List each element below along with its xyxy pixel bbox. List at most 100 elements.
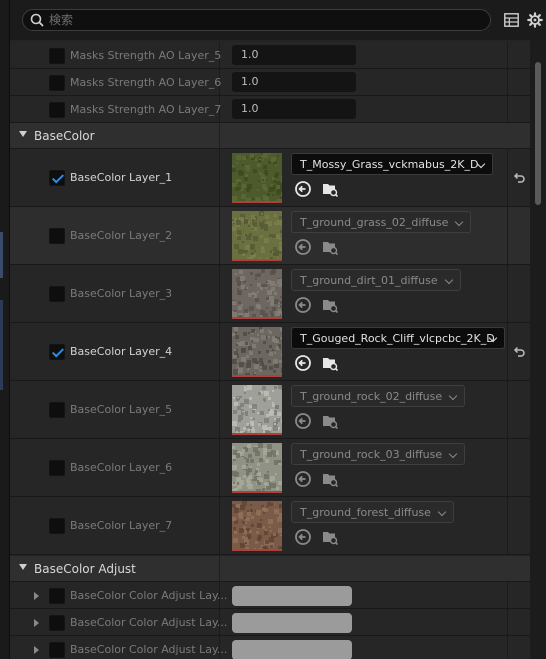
enable-checkbox[interactable] <box>49 344 65 360</box>
expand-arrow-icon[interactable] <box>34 646 39 654</box>
browse-asset-icon[interactable] <box>321 296 339 314</box>
scrollbar[interactable] <box>530 40 546 659</box>
enable-checkbox[interactable] <box>49 402 65 418</box>
property-row-ao-layer-6: Masks Strength AO Layer_6 1.0 <box>10 69 530 96</box>
search-icon <box>30 13 44 27</box>
property-label: BaseColor Layer_7 <box>70 519 173 532</box>
property-label: BaseColor Layer_4 <box>70 345 173 358</box>
property-label: BaseColor Layer_2 <box>70 229 173 242</box>
property-row-basecolor-layer-2: BaseColor Layer_2 T_ground_grass_02_diffu… <box>10 207 530 265</box>
texture-asset-name: T_Gouged_Rock_Cliff_vlcpcbc_2K_D <box>300 332 495 345</box>
color-swatch[interactable] <box>232 613 352 633</box>
expand-arrow-icon[interactable] <box>34 592 39 600</box>
color-swatch[interactable] <box>232 586 352 606</box>
property-label: Masks Strength AO Layer_5 <box>70 49 222 62</box>
enable-checkbox[interactable] <box>49 460 65 476</box>
texture-asset-dropdown[interactable]: T_ground_dirt_01_diffuse <box>291 269 461 291</box>
texture-thumbnail[interactable] <box>232 327 286 378</box>
search-input[interactable] <box>49 11 479 29</box>
use-selected-asset-icon[interactable] <box>294 412 312 430</box>
browse-asset-icon[interactable] <box>321 180 339 198</box>
table-view-button[interactable] <box>502 11 520 29</box>
texture-asset-dropdown[interactable]: T_ground_forest_diffuse <box>291 501 454 523</box>
browse-asset-icon[interactable] <box>321 238 339 256</box>
texture-preview-image <box>232 153 286 204</box>
property-row-adjust-2: BaseColor Color Adjust Lay... <box>10 609 530 636</box>
value-field[interactable]: 1.0 <box>232 99 356 119</box>
property-row-basecolor-layer-5: BaseColor Layer_5 T_ground_rock_02_diffus… <box>10 381 530 439</box>
browse-asset-icon[interactable] <box>321 412 339 430</box>
enable-checkbox[interactable] <box>49 588 65 604</box>
texture-preview-image <box>232 269 284 321</box>
texture-asset-dropdown[interactable]: T_Gouged_Rock_Cliff_vlcpcbc_2K_D <box>291 327 505 349</box>
collapse-arrow-icon <box>19 564 27 570</box>
property-label: BaseColor Color Adjust Lay... <box>70 643 228 656</box>
browse-asset-icon[interactable] <box>321 470 339 488</box>
gear-icon <box>527 12 543 28</box>
enable-checkbox[interactable] <box>49 102 65 118</box>
use-selected-asset-icon[interactable] <box>294 528 312 546</box>
texture-thumbnail[interactable] <box>232 211 286 262</box>
enable-checkbox[interactable] <box>49 170 65 186</box>
texture-asset-dropdown[interactable]: T_ground_rock_03_diffuse <box>291 443 466 465</box>
texture-preview-image <box>232 211 286 262</box>
reset-to-default-icon[interactable] <box>512 171 526 185</box>
enable-checkbox[interactable] <box>49 615 65 631</box>
property-row-basecolor-layer-3: BaseColor Layer_3 T_ground_dirt_01_diffus… <box>10 265 530 323</box>
texture-asset-dropdown[interactable]: T_ground_rock_02_diffuse <box>291 385 466 407</box>
property-label: BaseColor Layer_5 <box>70 403 173 416</box>
browse-asset-icon[interactable] <box>321 528 339 546</box>
use-selected-asset-icon[interactable] <box>294 296 312 314</box>
reset-to-default-icon[interactable] <box>512 345 526 359</box>
enable-checkbox[interactable] <box>49 642 65 658</box>
color-swatch[interactable] <box>232 640 352 659</box>
texture-preview-image <box>232 501 285 552</box>
category-label: BaseColor Adjust <box>34 562 136 576</box>
property-label: Masks Strength AO Layer_7 <box>70 103 222 116</box>
details-toolbar <box>10 0 546 40</box>
enable-checkbox[interactable] <box>49 75 65 91</box>
left-dock-edge <box>0 0 10 659</box>
table-icon <box>503 13 519 27</box>
property-row-basecolor-layer-6: BaseColor Layer_6 T_ground_rock_03_diffus… <box>10 439 530 497</box>
property-row-ao-layer-7: Masks Strength AO Layer_7 1.0 <box>10 96 530 123</box>
use-selected-asset-icon[interactable] <box>294 354 312 372</box>
property-list: Masks Strength AO Layer_5 1.0 Masks Stre… <box>10 40 530 659</box>
texture-thumbnail[interactable] <box>232 501 285 552</box>
texture-preview-image <box>232 327 286 378</box>
use-selected-asset-icon[interactable] <box>294 470 312 488</box>
browse-asset-icon[interactable] <box>321 354 339 372</box>
chevron-down-icon <box>448 391 458 401</box>
category-basecolor[interactable]: BaseColor <box>10 123 530 149</box>
property-label: BaseColor Layer_6 <box>70 461 173 474</box>
category-label: BaseColor <box>34 129 95 143</box>
texture-asset-dropdown[interactable]: T_Mossy_Grass_vckmabus_2K_D <box>291 153 493 175</box>
value-field[interactable]: 1.0 <box>232 45 356 65</box>
texture-asset-name: T_ground_rock_03_diffuse <box>300 448 443 461</box>
texture-thumbnail[interactable] <box>232 385 286 436</box>
scrollbar-thumb[interactable] <box>535 62 541 205</box>
use-selected-asset-icon[interactable] <box>294 238 312 256</box>
texture-thumbnail[interactable] <box>232 153 286 204</box>
category-basecolor-adjust[interactable]: BaseColor Adjust <box>10 556 530 582</box>
texture-asset-name: T_ground_forest_diffuse <box>300 506 431 519</box>
enable-checkbox[interactable] <box>49 286 65 302</box>
texture-asset-name: T_ground_dirt_01_diffuse <box>300 274 438 287</box>
expand-arrow-icon[interactable] <box>34 619 39 627</box>
use-selected-asset-icon[interactable] <box>294 180 312 198</box>
texture-asset-name: T_ground_rock_02_diffuse <box>300 390 443 403</box>
value-field[interactable]: 1.0 <box>232 72 356 92</box>
texture-thumbnail[interactable] <box>232 269 284 321</box>
settings-button[interactable] <box>526 11 544 29</box>
collapse-arrow-icon <box>19 131 27 137</box>
texture-preview-image <box>232 443 282 494</box>
enable-checkbox[interactable] <box>49 228 65 244</box>
search-box[interactable] <box>22 9 491 31</box>
property-label: BaseColor Layer_3 <box>70 287 173 300</box>
property-row-basecolor-layer-1: BaseColor Layer_1 T_Mossy_Grass_vckmabus_… <box>10 149 530 207</box>
texture-thumbnail[interactable] <box>232 443 282 494</box>
enable-checkbox[interactable] <box>49 518 65 534</box>
texture-asset-dropdown[interactable]: T_ground_grass_02_diffuse <box>291 211 472 233</box>
enable-checkbox[interactable] <box>49 48 65 64</box>
property-row-adjust-1: BaseColor Color Adjust Lay... <box>10 582 530 609</box>
